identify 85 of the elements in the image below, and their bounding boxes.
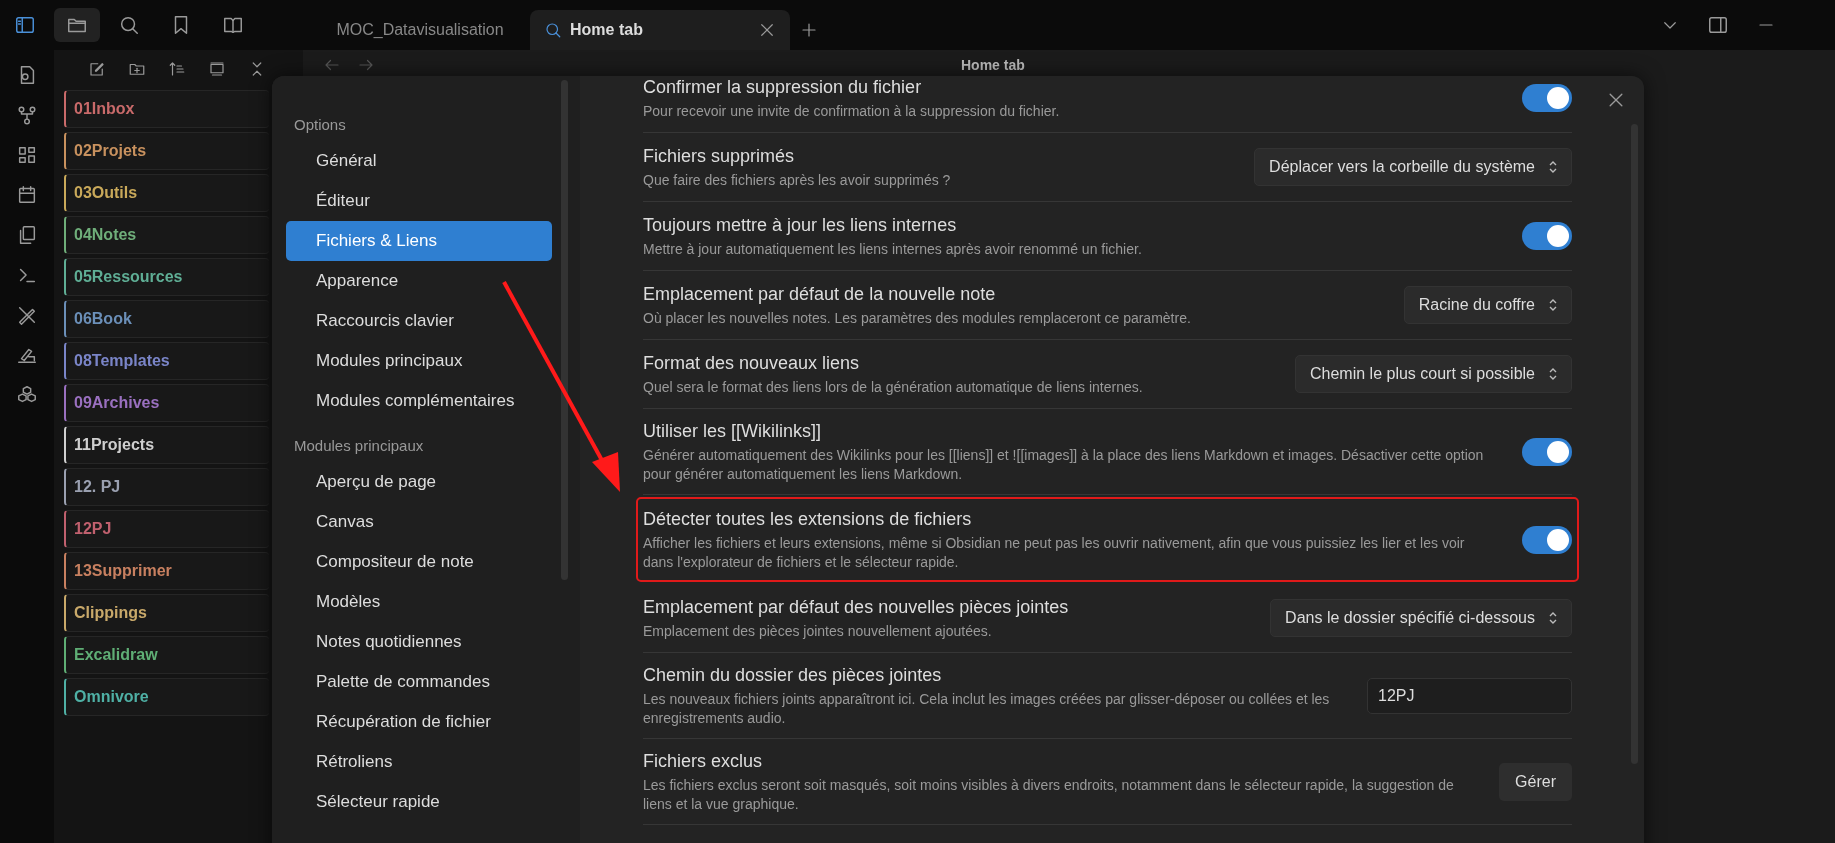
folder-item[interactable]: Clippings	[64, 594, 269, 632]
folder-item[interactable]: 09Archives	[64, 384, 269, 422]
setting-title: Détecter toutes les extensions de fichiers	[643, 508, 973, 531]
chevron-up-down-icon	[1547, 297, 1559, 313]
new-note-icon[interactable]	[88, 60, 106, 78]
setting-title: Format des nouveaux liens	[643, 352, 861, 375]
dropdown[interactable]: Racine du coffre	[1403, 286, 1572, 324]
nav-item[interactable]: Notes quotidiennes	[286, 622, 552, 662]
chevron-up-down-icon	[1547, 610, 1559, 626]
graph-icon[interactable]	[16, 104, 38, 126]
setting-description: Où placer les nouvelles notes. Les paramètres des modules remplaceront ce paramètre.	[643, 309, 1192, 328]
nav-item[interactable]: Compositeur de note	[286, 542, 552, 582]
right-sidebar-icon[interactable]	[1707, 14, 1729, 36]
setting-description: Quel sera le format des liens lors de la génération automatique de liens internes.	[643, 378, 1144, 397]
input-field[interactable]: 12PJ	[1367, 677, 1572, 714]
folder-item[interactable]: Omnivore	[64, 678, 269, 716]
folder-item[interactable]: 06Book	[64, 300, 269, 338]
folder-item[interactable]: 04Notes	[64, 216, 269, 254]
folder-item[interactable]: 08Templates	[64, 342, 269, 380]
nav-item[interactable]: Récupération de fichier	[286, 702, 552, 742]
sort-icon[interactable]	[168, 60, 186, 78]
toggle-switch[interactable]	[1522, 437, 1572, 466]
nav-item[interactable]: Éditeur	[286, 181, 552, 221]
folder-item[interactable]: Excalidraw	[64, 636, 269, 674]
folder-item[interactable]: 12. PJ	[64, 468, 269, 506]
setting-description: Mettre à jour automatiquement les liens internes après avoir renommé un fichier.	[643, 240, 1143, 259]
folder-item[interactable]: 03Outils	[64, 174, 269, 212]
folder-item[interactable]: 13Supprimer	[64, 552, 269, 590]
setting-title: Utiliser les [[Wikilinks]]	[643, 420, 822, 443]
sidebar-toggle-icon[interactable]	[14, 14, 36, 36]
toggle-switch[interactable]	[1522, 525, 1572, 554]
close-icon[interactable]	[758, 21, 776, 39]
folder-icon[interactable]	[54, 8, 100, 42]
setting-title: Chemin du dossier des pièces jointes	[643, 664, 943, 687]
setting-description: Pour recevoir une invite de confirmation à la suppression du fichier.	[643, 102, 1061, 121]
tab-label: Home tab	[570, 21, 644, 39]
dropdown[interactable]: Chemin le plus court si possible	[1295, 355, 1572, 393]
nav-item[interactable]: Canvas	[286, 502, 552, 542]
folder-item[interactable]: 01Inbox	[64, 90, 269, 128]
plus-icon[interactable]	[800, 21, 818, 39]
folder-item[interactable]: 02Projets	[64, 132, 269, 170]
nav-item[interactable]: Raccourcis clavier	[286, 301, 552, 341]
setting-title: Confirmer la suppression du fichier	[643, 76, 923, 99]
chevron-up-down-icon	[1547, 366, 1559, 382]
nav-item[interactable]: Modules complémentaires	[286, 381, 552, 421]
nav-heading: Modules principaux	[293, 436, 425, 456]
dropdown[interactable]: Dans le dossier spécifié ci-dessous	[1270, 599, 1572, 637]
search-icon	[544, 21, 562, 39]
nav-item[interactable]: Général	[286, 141, 552, 181]
setting-description: Emplacement des pièces jointes nouvellement ajoutées.	[643, 622, 993, 641]
nav-item[interactable]: Sélecteur rapide	[286, 782, 552, 822]
dropdown[interactable]: Déplacer vers la corbeille du système	[1254, 148, 1572, 186]
folder-item[interactable]: 12PJ	[64, 510, 269, 548]
nav-item[interactable]: Aperçu de page	[286, 462, 552, 502]
scrollbar[interactable]	[561, 80, 568, 580]
nav-item[interactable]: Rétroliens	[286, 742, 552, 782]
manage-button[interactable]: Gérer	[1499, 762, 1572, 801]
nav-item[interactable]: Palette de commandes	[286, 662, 552, 702]
setting-description: Les nouveaux fichiers joints apparaîtront ici. Cela inclut les images créées par glisser-déposer ou collées et les enregistrements audio.	[643, 690, 1331, 728]
setting-title: Emplacement par défaut des nouvelles pièces jointes	[643, 596, 1070, 619]
setting-description: Que faire des fichiers après les avoir supprimés ?	[643, 171, 952, 190]
setting-description: Générer automatiquement des Wikilinks pour les [[liens]] et ![[images]] à la place des liens Markdown et images. Désactiver cette option pour générer automatiquement les liens Markdown.	[643, 446, 1485, 484]
folder-item[interactable]: 05Ressources	[64, 258, 269, 296]
view-title: Home tab	[961, 57, 1025, 73]
folder-item[interactable]: 11Projects	[64, 426, 269, 464]
setting-title: Fichiers supprimés	[643, 145, 796, 168]
nav-item[interactable]: Apparence	[286, 261, 552, 301]
setting-title: Emplacement par défaut de la nouvelle note	[643, 283, 997, 306]
nav-heading: Options	[293, 115, 347, 135]
setting-description: Les fichiers exclus seront soit masqués, soit moins visibles à divers endroits, notamment dans le sélecteur rapide, la suggestion de liens et la vue graphique.	[643, 776, 1455, 814]
tab[interactable]: MOC_Datavisualisation	[310, 10, 530, 50]
setting-title: Fichiers exclus	[643, 750, 764, 773]
search-icon[interactable]	[118, 14, 140, 36]
toggle-switch[interactable]	[1522, 222, 1572, 250]
setting-description: Afficher les fichiers et leurs extensions, même si Obsidian ne peut pas les ouvrir nativement, afin que vous puissiez les lier et les voir dans l'explorateur de fichiers et le sélecteur rapide.	[643, 534, 1466, 572]
nav-item[interactable]: Fichiers & Liens	[286, 221, 552, 261]
nav-item[interactable]: Modèles	[286, 582, 552, 622]
toggle-switch[interactable]	[1522, 84, 1572, 112]
nav-item[interactable]: Modules principaux	[286, 341, 552, 381]
chevron-up-down-icon	[1547, 159, 1559, 175]
calendar-icon[interactable]	[16, 184, 38, 206]
tab[interactable]: Home tab	[530, 10, 790, 50]
setting-title: Toujours mettre à jour les liens internes	[643, 214, 958, 237]
grid-icon[interactable]	[16, 144, 38, 166]
tab-label: MOC_Datavisualisation	[336, 21, 504, 39]
